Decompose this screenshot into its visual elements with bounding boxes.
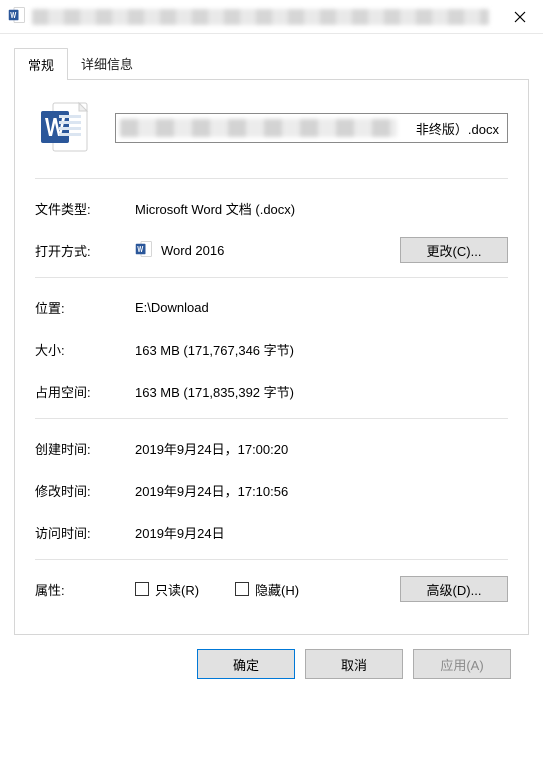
tab-strip: 常规 详细信息	[14, 47, 529, 80]
separator	[35, 559, 508, 560]
open-with-value: Word 2016	[161, 243, 224, 258]
size-on-disk-value: 163 MB (171,835,392 字节)	[135, 382, 508, 401]
tab-details[interactable]: 详细信息	[68, 48, 146, 80]
open-with-label: 打开方式:	[35, 241, 135, 260]
separator	[35, 277, 508, 278]
created-value: 2019年9月24日，17:00:20	[135, 439, 508, 458]
close-button[interactable]	[497, 0, 543, 34]
created-label: 创建时间:	[35, 439, 135, 458]
attributes-label: 属性:	[35, 580, 135, 599]
location-label: 位置:	[35, 298, 135, 317]
ok-button[interactable]: 确定	[197, 649, 295, 679]
titlebar	[0, 0, 543, 34]
file-icon	[35, 98, 93, 158]
general-panel: 非终版）.docx 文件类型: Microsoft Word 文档 (.docx…	[14, 80, 529, 635]
apply-button[interactable]: 应用(A)	[413, 649, 511, 679]
checkbox-icon	[235, 582, 249, 596]
dialog-footer: 确定 取消 应用(A)	[14, 635, 529, 695]
cancel-button[interactable]: 取消	[305, 649, 403, 679]
word-icon	[8, 6, 26, 27]
size-on-disk-label: 占用空间:	[35, 382, 135, 401]
change-button[interactable]: 更改(C)...	[400, 237, 508, 263]
modified-value: 2019年9月24日，17:10:56	[135, 481, 508, 500]
separator	[35, 178, 508, 179]
word-app-icon	[135, 240, 153, 261]
size-label: 大小:	[35, 340, 135, 359]
filename-field[interactable]: 非终版）.docx	[115, 113, 508, 143]
accessed-value: 2019年9月24日	[135, 523, 508, 542]
filetype-label: 文件类型:	[35, 199, 135, 218]
modified-label: 修改时间:	[35, 481, 135, 500]
hidden-label: 隐藏(H)	[255, 580, 299, 599]
accessed-label: 访问时间:	[35, 523, 135, 542]
dialog-body: 常规 详细信息 非终版）.docx	[0, 34, 543, 695]
filetype-value: Microsoft Word 文档 (.docx)	[135, 199, 508, 218]
filename-redacted	[120, 119, 397, 137]
readonly-checkbox[interactable]: 只读(R)	[135, 580, 199, 599]
close-icon	[514, 11, 526, 23]
checkbox-icon	[135, 582, 149, 596]
window-title-redacted	[32, 9, 489, 25]
advanced-button[interactable]: 高级(D)...	[400, 576, 508, 602]
tab-general[interactable]: 常规	[14, 48, 68, 80]
separator	[35, 418, 508, 419]
location-value: E:\Download	[135, 300, 508, 315]
size-value: 163 MB (171,767,346 字节)	[135, 340, 508, 359]
hidden-checkbox[interactable]: 隐藏(H)	[235, 580, 299, 599]
filename-visible-suffix: 非终版）.docx	[416, 119, 499, 138]
readonly-label: 只读(R)	[155, 580, 199, 599]
